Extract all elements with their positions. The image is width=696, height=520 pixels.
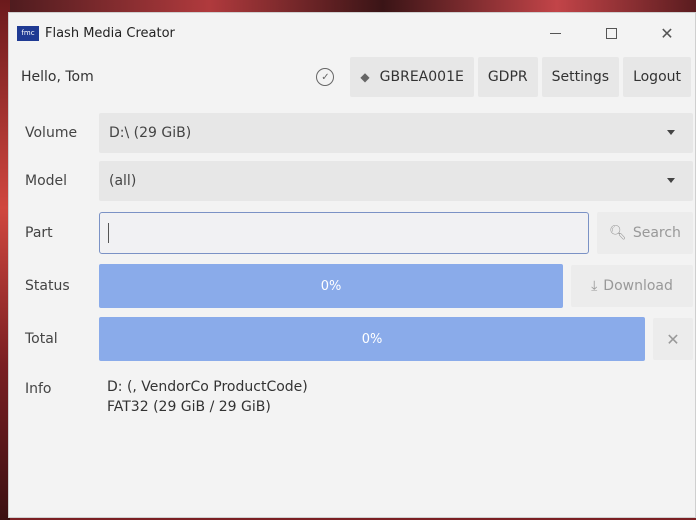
- logout-button[interactable]: Logout: [623, 57, 691, 97]
- settings-button[interactable]: Settings: [541, 57, 620, 97]
- total-row: Total 0% ✕: [9, 317, 696, 361]
- window-title: Flash Media Creator: [45, 25, 175, 41]
- volume-row: Volume D:\ (29 GiB): [9, 111, 696, 155]
- status-progress-text: 0%: [320, 278, 342, 294]
- download-icon: ⤓: [591, 278, 598, 294]
- header-bar: Hello, Tom ✓ ◆ GBREA001E GDPR Settings L…: [9, 53, 695, 101]
- close-button[interactable]: ✕: [639, 13, 695, 53]
- cancel-icon: ✕: [666, 329, 680, 349]
- settings-label: Settings: [551, 69, 610, 85]
- app-logo-icon: fmc: [17, 25, 39, 41]
- volume-value: D:\ (29 GiB): [109, 125, 192, 141]
- info-line-device: D: (, VendorCo ProductCode): [107, 379, 308, 395]
- maximize-icon: [605, 27, 617, 39]
- model-label: Model: [25, 173, 68, 189]
- title-bar: fmc Flash Media Creator ✕: [9, 13, 695, 53]
- gdpr-button[interactable]: GDPR: [477, 57, 538, 97]
- check-circle-icon: ✓: [316, 68, 335, 86]
- part-input[interactable]: [99, 212, 589, 254]
- status-label: Status: [25, 278, 70, 294]
- chevron-down-icon: [667, 178, 675, 183]
- info-line-filesystem: FAT32 (29 GiB / 29 GiB): [107, 399, 271, 415]
- volume-select[interactable]: D:\ (29 GiB): [99, 113, 693, 153]
- gdpr-label: GDPR: [487, 69, 528, 85]
- greeting-text: Hello, Tom: [21, 69, 94, 85]
- model-select[interactable]: (all): [99, 161, 693, 201]
- cancel-button[interactable]: ✕: [653, 318, 693, 360]
- info-label: Info: [25, 381, 52, 397]
- search-label: Search: [632, 225, 681, 241]
- volume-label: Volume: [25, 125, 78, 141]
- region-button[interactable]: ◆ GBREA001E: [350, 57, 474, 97]
- download-button[interactable]: ⤓ Download: [571, 265, 693, 307]
- header-actions: ✓ ◆ GBREA001E GDPR Settings Logout: [316, 57, 691, 97]
- model-value: (all): [109, 173, 137, 189]
- chevron-down-icon: [667, 130, 675, 135]
- status-row: Status 0% ⤓ Download: [9, 264, 696, 308]
- download-label: Download: [603, 278, 673, 294]
- search-icon: 🔍︎: [609, 225, 627, 241]
- total-progress-bar: 0%: [99, 317, 645, 361]
- text-cursor: [108, 223, 109, 243]
- part-row: Part 🔍︎ Search: [9, 211, 696, 255]
- logout-label: Logout: [633, 69, 681, 85]
- maximize-button[interactable]: [583, 13, 639, 53]
- minimize-button[interactable]: [527, 13, 583, 53]
- layers-icon: ◆: [360, 70, 370, 84]
- total-label: Total: [25, 331, 58, 347]
- minimize-icon: [549, 32, 561, 34]
- info-text: D: (, VendorCo ProductCode) FAT32 (29 Gi…: [107, 377, 308, 417]
- total-progress-text: 0%: [361, 331, 383, 347]
- app-window: fmc Flash Media Creator ✕ Hello, Tom ✓ ◆…: [8, 12, 696, 518]
- region-label: GBREA001E: [379, 69, 464, 85]
- search-button[interactable]: 🔍︎ Search: [597, 212, 693, 254]
- part-label: Part: [25, 225, 53, 241]
- status-progress-bar: 0%: [99, 264, 563, 308]
- close-icon: ✕: [660, 23, 674, 43]
- model-row: Model (all): [9, 159, 696, 203]
